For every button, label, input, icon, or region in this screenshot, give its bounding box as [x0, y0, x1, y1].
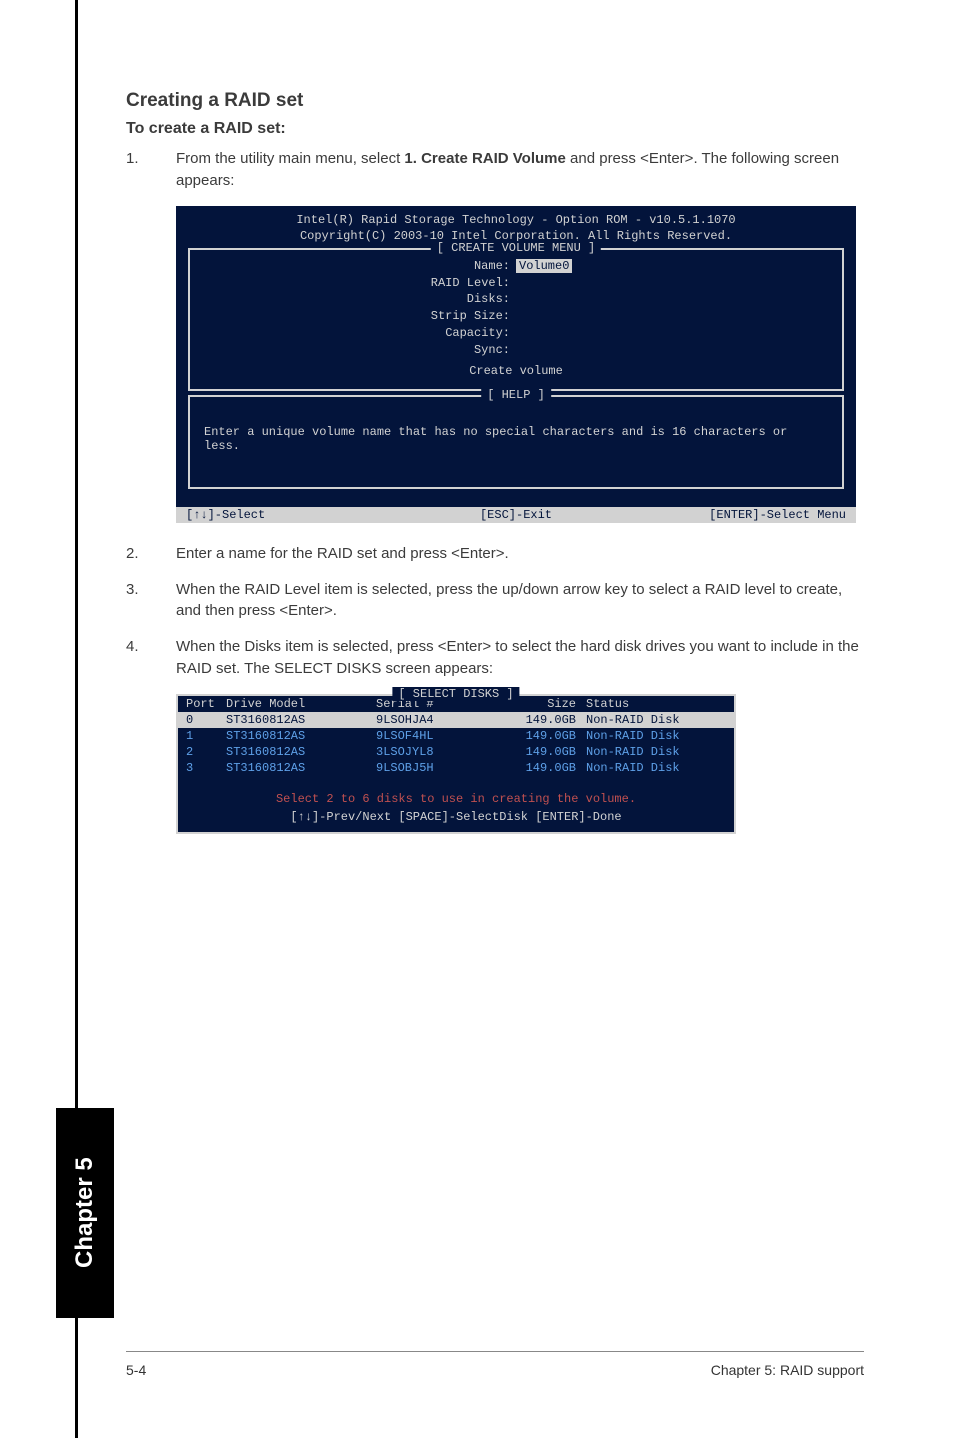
label-raid-level[interactable]: RAID Level:	[190, 275, 516, 292]
table-row[interactable]: 0 ST3160812AS 9LSOHJA4 149.0GB Non-RAID …	[178, 712, 734, 728]
select-disks-msg: Select 2 to 6 disks to use in creating t…	[178, 792, 734, 806]
cell-status: Non-RAID Disk	[586, 713, 726, 727]
hdr-status: Status	[586, 697, 726, 711]
cell-size: 149.0GB	[506, 761, 586, 775]
cell-model: ST3160812AS	[226, 713, 376, 727]
list-item: 2. Enter a name for the RAID set and pre…	[126, 543, 864, 565]
kbd-enter: [ENTER]-Select Menu	[640, 508, 846, 522]
cell-model: ST3160812AS	[226, 745, 376, 759]
step-body: Enter a name for the RAID set and press …	[176, 543, 864, 565]
step-text-bold: 1. Create RAID Volume	[404, 150, 565, 167]
step-number: 2.	[126, 543, 176, 565]
step-body: When the Disks item is selected, press <…	[176, 636, 864, 680]
cell-model: ST3160812AS	[226, 729, 376, 743]
bios-create-legend: [ CREATE VOLUME MENU ]	[431, 241, 601, 255]
cell-serial: 3LSOJYL8	[376, 745, 506, 759]
cell-size: 149.0GB	[506, 729, 586, 743]
step-body: From the utility main menu, select 1. Cr…	[176, 148, 864, 192]
step-number: 3.	[126, 579, 176, 623]
select-disks-legend: [ SELECT DISKS ]	[392, 687, 519, 701]
step-number: 4.	[126, 636, 176, 680]
bios-help-legend: [ HELP ]	[481, 388, 551, 402]
bios-help-text: Enter a unique volume name that has no s…	[204, 425, 828, 453]
footer-page-number: 5-4	[126, 1362, 146, 1378]
cell-serial: 9LSOBJ5H	[376, 761, 506, 775]
step-text-pre: From the utility main menu, select	[176, 150, 404, 167]
label-capacity[interactable]: Capacity:	[190, 325, 516, 342]
label-create-volume[interactable]: Create volume	[190, 363, 842, 379]
cell-port: 3	[186, 761, 226, 775]
cell-serial: 9LSOF4HL	[376, 729, 506, 743]
chapter-tab: Chapter 5	[56, 1108, 114, 1318]
cell-port: 0	[186, 713, 226, 727]
bios-select-disks: [ SELECT DISKS ] Port Drive Model Serial…	[176, 694, 736, 834]
bios-header-1: Intel(R) Rapid Storage Technology - Opti…	[184, 212, 848, 228]
bios-help-frame: [ HELP ] Enter a unique volume name that…	[188, 395, 844, 489]
cell-size: 149.0GB	[506, 713, 586, 727]
kbd-select: [↑↓]-Select	[186, 508, 392, 522]
footer-chapter: Chapter 5: RAID support	[711, 1362, 864, 1378]
page-footer: 5-4 Chapter 5: RAID support	[126, 1351, 864, 1378]
label-name: Name:	[190, 258, 516, 275]
bios-create-volume: Intel(R) Rapid Storage Technology - Opti…	[176, 206, 856, 523]
cell-size: 149.0GB	[506, 745, 586, 759]
cell-serial: 9LSOHJA4	[376, 713, 506, 727]
page-content: Creating a RAID set To create a RAID set…	[0, 0, 954, 834]
cell-port: 2	[186, 745, 226, 759]
label-disks[interactable]: Disks:	[190, 291, 516, 308]
kbd-esc: [ESC]-Exit	[392, 508, 640, 522]
cell-status: Non-RAID Disk	[586, 761, 726, 775]
list-item: 4. When the Disks item is selected, pres…	[126, 636, 864, 680]
hdr-port: Port	[186, 697, 226, 711]
hdr-model: Drive Model	[226, 697, 376, 711]
step-number: 1.	[126, 148, 176, 192]
bios-create-frame: [ CREATE VOLUME MENU ] Name:Volume0 RAID…	[188, 248, 844, 391]
section-subtitle: To create a RAID set:	[126, 120, 864, 138]
table-row[interactable]: 3 ST3160812AS 9LSOBJ5H 149.0GB Non-RAID …	[178, 760, 734, 776]
select-disks-nav: [↑↓]-Prev/Next [SPACE]-SelectDisk [ENTER…	[178, 810, 734, 824]
cell-port: 1	[186, 729, 226, 743]
bios-status-bar: [↑↓]-Select [ESC]-Exit [ENTER]-Select Me…	[176, 507, 856, 523]
field-name-value[interactable]: Volume0	[516, 259, 572, 273]
table-row[interactable]: 2 ST3160812AS 3LSOJYL8 149.0GB Non-RAID …	[178, 744, 734, 760]
cell-model: ST3160812AS	[226, 761, 376, 775]
label-strip-size[interactable]: Strip Size:	[190, 308, 516, 325]
cell-status: Non-RAID Disk	[586, 745, 726, 759]
section-title: Creating a RAID set	[126, 90, 864, 112]
list-item: 1. From the utility main menu, select 1.…	[126, 148, 864, 192]
step-body: When the RAID Level item is selected, pr…	[176, 579, 864, 623]
list-item: 3. When the RAID Level item is selected,…	[126, 579, 864, 623]
label-sync[interactable]: Sync:	[190, 342, 516, 359]
table-row[interactable]: 1 ST3160812AS 9LSOF4HL 149.0GB Non-RAID …	[178, 728, 734, 744]
cell-status: Non-RAID Disk	[586, 729, 726, 743]
